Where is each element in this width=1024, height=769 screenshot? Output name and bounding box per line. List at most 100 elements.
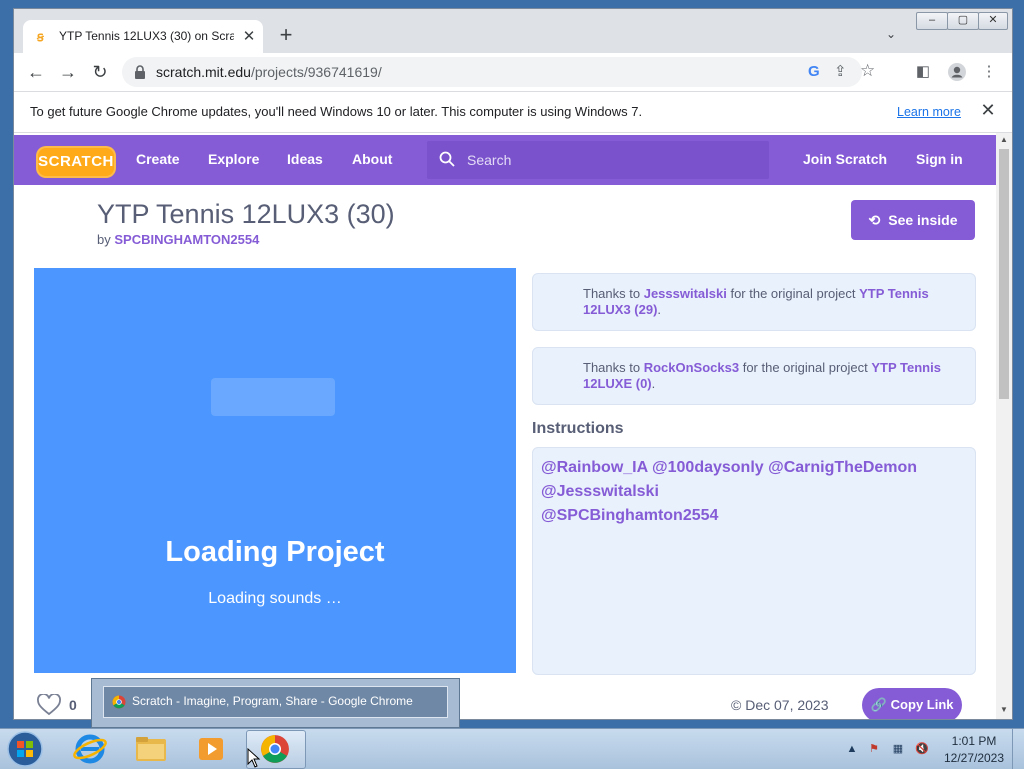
system-tray: ▲ ⚑ ▦ 🔇 1:01 PM 12/27/2023 — [842, 729, 1024, 769]
nav-about-link[interactable]: About — [352, 151, 392, 167]
see-inside-label: See inside — [888, 212, 958, 228]
tab-search-chevron-icon[interactable]: ⌄ — [886, 27, 902, 43]
loading-status: Loading sounds … — [208, 590, 342, 607]
by-label: by — [97, 232, 111, 247]
instructions-text: @Rainbow_IA @100daysonly @CarnigTheDemon… — [541, 456, 961, 528]
sign-in-link[interactable]: Sign in — [916, 151, 963, 167]
instructions-line[interactable]: @Rainbow_IA @100daysonly @CarnigTheDemon — [541, 456, 961, 480]
remix-credit-2: Thanks to RockOnSocks3 for the original … — [532, 347, 976, 405]
internet-explorer-icon[interactable] — [62, 731, 118, 767]
scratch-favicon-icon: ꞩ — [37, 29, 44, 44]
start-button-icon[interactable] — [4, 730, 46, 768]
project-date: © Dec 07, 2023 — [731, 697, 829, 713]
show-hidden-icons-chevron-icon[interactable]: ▲ — [844, 741, 860, 757]
lock-icon — [135, 65, 145, 79]
see-inside-button[interactable]: ⟲ See inside — [851, 200, 975, 240]
instructions-box: @Rainbow_IA @100daysonly @CarnigTheDemon… — [532, 447, 976, 675]
media-player-icon[interactable] — [183, 731, 239, 767]
show-desktop-button[interactable] — [1012, 729, 1023, 769]
chrome-window: ꞩ YTP Tennis 12LUX3 (30) on Scratch ✕ + … — [13, 8, 1013, 720]
windows-taskbar: ▲ ⚑ ▦ 🔇 1:01 PM 12/27/2023 — [0, 728, 1024, 769]
window-close-button[interactable]: ✕ — [978, 12, 1008, 30]
project-byline: by SPCBINGHAMTON2554 — [97, 232, 259, 247]
network-icon[interactable]: ▦ — [890, 741, 906, 757]
author-link[interactable]: SPCBINGHAMTON2554 — [114, 232, 259, 247]
credit-middle: for the original project — [730, 286, 856, 301]
scroll-down-arrow-icon[interactable]: ▼ — [999, 705, 1009, 715]
copy-link-button[interactable]: 🔗 Copy Link — [862, 688, 962, 719]
scratch-navbar: SCRATCH Create Explore Ideas About Searc… — [14, 135, 996, 185]
clock-time[interactable]: 1:01 PM — [942, 734, 1006, 748]
love-count: 0 — [69, 697, 77, 713]
file-explorer-icon[interactable] — [122, 731, 178, 767]
tab-title: YTP Tennis 12LUX3 (30) on Scratch — [59, 29, 234, 43]
loading-block-graphic — [211, 378, 335, 416]
see-inside-icon: ⟲ — [868, 212, 881, 228]
profile-avatar-icon[interactable] — [946, 61, 968, 83]
instructions-heading: Instructions — [532, 420, 624, 437]
preview-window-item[interactable]: Scratch - Imagine, Program, Share - Goog… — [103, 686, 448, 718]
menu-dots-icon[interactable]: ⋮ — [978, 61, 1000, 83]
url-text: scratch.mit.edu/projects/936741619/ — [156, 64, 382, 80]
side-panel-icon[interactable]: ◧ — [912, 61, 934, 83]
credit-suffix: . — [657, 302, 662, 317]
credit-suffix: . — [651, 376, 656, 391]
scrollbar-thumb[interactable] — [999, 149, 1009, 399]
project-title: YTP Tennis 12LUX3 (30) — [97, 199, 395, 229]
share-icon[interactable]: ⇪ — [834, 62, 847, 80]
infobar-message: To get future Google Chrome updates, you… — [30, 104, 643, 119]
mouse-cursor-icon — [247, 748, 261, 768]
link-icon: 🔗 — [870, 697, 887, 712]
volume-muted-icon[interactable]: 🔇 — [914, 741, 930, 757]
chrome-icon — [112, 695, 126, 709]
join-scratch-link[interactable]: Join Scratch — [803, 151, 887, 167]
tab-close-button[interactable]: ✕ — [241, 27, 257, 45]
scratch-project-page: SCRATCH Create Explore Ideas About Searc… — [14, 133, 996, 719]
clock-date[interactable]: 12/27/2023 — [942, 751, 1006, 765]
chrome-icon — [261, 735, 289, 763]
new-tab-button[interactable]: + — [276, 24, 296, 46]
credit-user-link[interactable]: Jessswitalski — [644, 286, 727, 301]
credit-prefix: Thanks to — [583, 360, 641, 375]
back-arrow-icon[interactable]: ← — [25, 61, 47, 83]
credit-middle: for the original project — [742, 360, 868, 375]
tab-strip: ꞩ YTP Tennis 12LUX3 (30) on Scratch ✕ + … — [14, 9, 1012, 54]
nav-create-link[interactable]: Create — [136, 151, 180, 167]
credit-user-link[interactable]: RockOnSocks3 — [644, 360, 739, 375]
forward-arrow-icon[interactable]: → — [57, 61, 79, 83]
instructions-line[interactable]: @Jessswitalski — [541, 480, 961, 504]
nav-ideas-link[interactable]: Ideas — [287, 151, 323, 167]
url-host: scratch.mit.edu — [156, 64, 251, 80]
credit-text: Thanks to RockOnSocks3 for the original … — [583, 360, 953, 392]
preview-title: Scratch - Imagine, Program, Share - Goog… — [132, 694, 413, 708]
url-path: /projects/936741619/ — [250, 64, 382, 80]
learn-more-link[interactable]: Learn more — [897, 105, 961, 119]
reload-icon[interactable]: ↻ — [89, 61, 111, 83]
search-placeholder: Search — [467, 152, 512, 168]
maximize-button[interactable]: ▢ — [947, 12, 979, 30]
scratch-logo[interactable]: SCRATCH — [36, 146, 116, 178]
update-infobar: To get future Google Chrome updates, you… — [14, 91, 1012, 133]
browser-tab[interactable]: ꞩ YTP Tennis 12LUX3 (30) on Scratch ✕ — [23, 20, 263, 54]
project-player-stage[interactable]: Loading Project Loading sounds … — [34, 268, 516, 673]
credit-text: Thanks to Jessswitalski for the original… — [583, 286, 953, 318]
bookmark-star-icon[interactable]: ☆ — [860, 61, 875, 81]
instructions-line[interactable]: @SPCBinghamton2554 — [541, 504, 961, 528]
nav-explore-link[interactable]: Explore — [208, 151, 259, 167]
scratch-search-input[interactable]: Search — [427, 141, 769, 179]
address-bar[interactable]: scratch.mit.edu/projects/936741619/ G ⇪ … — [122, 57, 875, 87]
action-center-flag-icon[interactable]: ⚑ — [866, 741, 882, 757]
heart-icon[interactable] — [36, 694, 62, 716]
browser-toolbar: ← → ↻ scratch.mit.edu/projects/936741619… — [14, 53, 1012, 91]
credit-prefix: Thanks to — [583, 286, 641, 301]
loading-title: Loading Project — [165, 536, 385, 568]
google-translate-icon[interactable]: G — [808, 63, 820, 80]
taskbar-preview-popup: Scratch - Imagine, Program, Share - Goog… — [91, 678, 460, 728]
scroll-up-arrow-icon[interactable]: ▲ — [999, 135, 1009, 145]
infobar-close-button[interactable]: ✕ — [978, 100, 998, 120]
remix-credit-1: Thanks to Jessswitalski for the original… — [532, 273, 976, 331]
copy-link-label: Copy Link — [890, 697, 954, 712]
minimize-button[interactable]: – — [916, 12, 948, 30]
search-icon — [439, 151, 455, 167]
page-scrollbar[interactable]: ▲ ▼ — [996, 133, 1012, 719]
